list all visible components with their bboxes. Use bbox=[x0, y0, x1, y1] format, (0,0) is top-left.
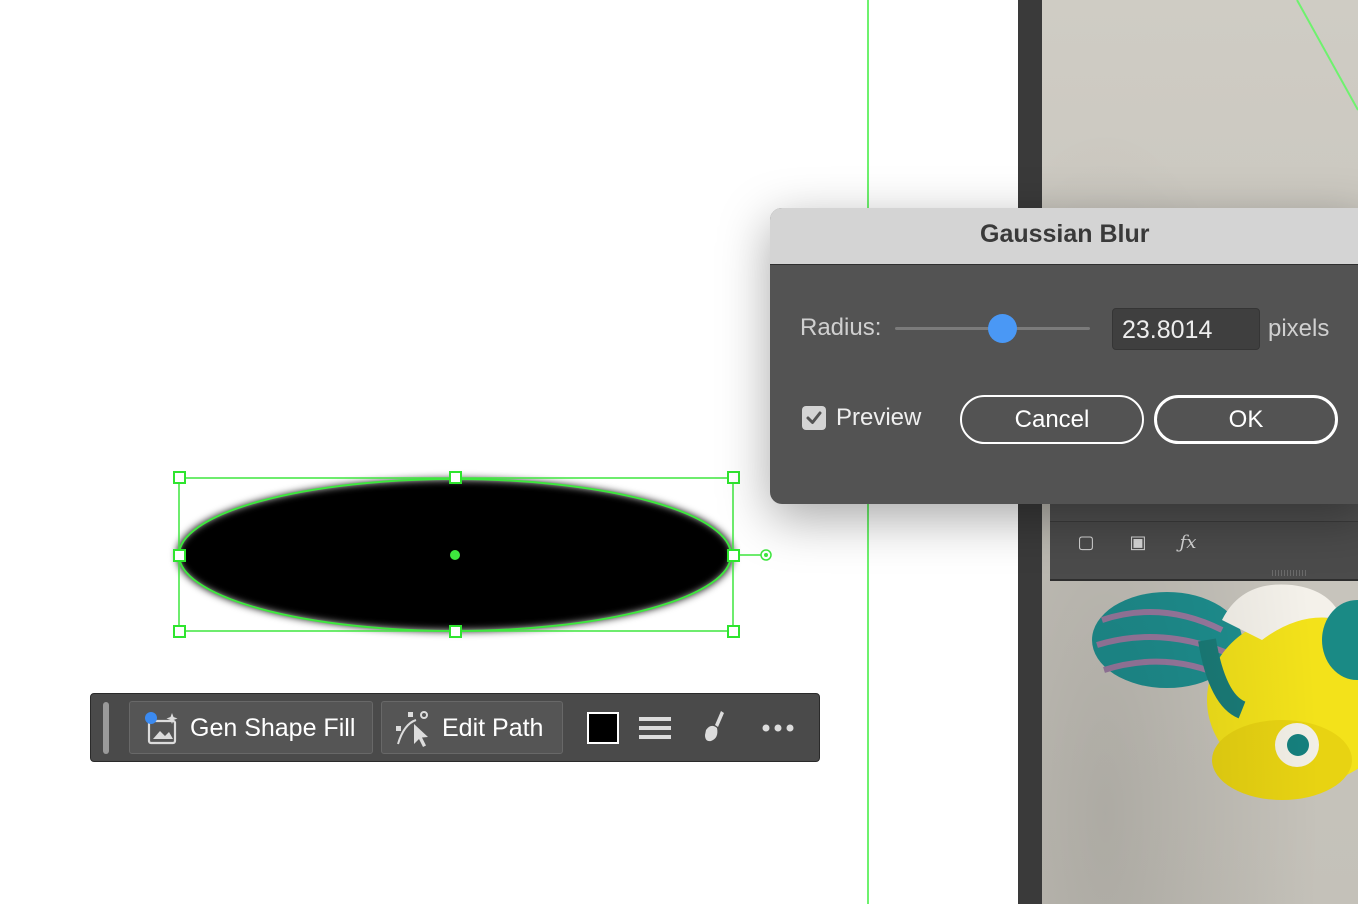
bounding-handle-top-left[interactable] bbox=[173, 471, 186, 484]
panel-resize-grip[interactable] bbox=[1272, 570, 1308, 576]
checkmark-icon bbox=[806, 411, 822, 424]
layers-panel-fragment: ▢ ▣ ƒx bbox=[1050, 500, 1358, 581]
stroke-lines-icon[interactable] bbox=[636, 708, 676, 748]
brush-icon[interactable] bbox=[697, 708, 737, 748]
selected-ellipse-shape[interactable] bbox=[150, 455, 790, 655]
edit-path-icon bbox=[396, 711, 428, 747]
bounding-handle-top-right[interactable] bbox=[727, 471, 740, 484]
preview-label[interactable]: Preview bbox=[836, 404, 921, 432]
layer-mask-icon[interactable]: ▣ bbox=[1128, 533, 1148, 553]
bounding-handle-left[interactable] bbox=[173, 549, 186, 562]
gen-shape-fill-icon bbox=[145, 712, 178, 745]
edit-path-button[interactable]: Edit Path bbox=[381, 701, 563, 754]
contextual-task-bar: Gen Shape Fill Edit Path bbox=[90, 693, 820, 762]
bounding-handle-right[interactable] bbox=[727, 549, 740, 562]
dialog-title: Gaussian Blur bbox=[980, 220, 1150, 248]
ok-button[interactable]: OK bbox=[1154, 395, 1338, 444]
bounding-handle-bottom-left[interactable] bbox=[173, 625, 186, 638]
bounding-handle-top[interactable] bbox=[449, 471, 462, 484]
gaussian-blur-dialog: Gaussian Blur Radius: 23.8014 pixels Pre… bbox=[770, 208, 1358, 504]
radius-label: Radius: bbox=[800, 314, 882, 341]
dialog-title-bar[interactable]: Gaussian Blur bbox=[770, 208, 1358, 265]
cancel-button[interactable]: Cancel bbox=[960, 395, 1144, 444]
more-icon[interactable] bbox=[758, 708, 798, 748]
radius-input[interactable]: 23.8014 bbox=[1112, 308, 1260, 350]
edit-path-label: Edit Path bbox=[442, 714, 544, 742]
bounding-handle-bottom[interactable] bbox=[449, 625, 462, 638]
taskbar-drag-handle[interactable] bbox=[103, 702, 109, 754]
fill-color-swatch[interactable] bbox=[587, 712, 619, 744]
preview-checkbox[interactable] bbox=[802, 406, 826, 430]
add-mask-icon[interactable]: ▢ bbox=[1076, 533, 1096, 553]
bounding-handle-bottom-right[interactable] bbox=[727, 625, 740, 638]
radius-slider-thumb[interactable] bbox=[987, 314, 1017, 343]
gen-shape-fill-label: Gen Shape Fill bbox=[190, 714, 356, 742]
gen-shape-fill-button[interactable]: Gen Shape Fill bbox=[129, 701, 373, 754]
fx-icon[interactable]: ƒx bbox=[1178, 533, 1198, 553]
radius-value: 23.8014 bbox=[1122, 316, 1213, 344]
radius-units-label: pixels bbox=[1268, 315, 1330, 342]
